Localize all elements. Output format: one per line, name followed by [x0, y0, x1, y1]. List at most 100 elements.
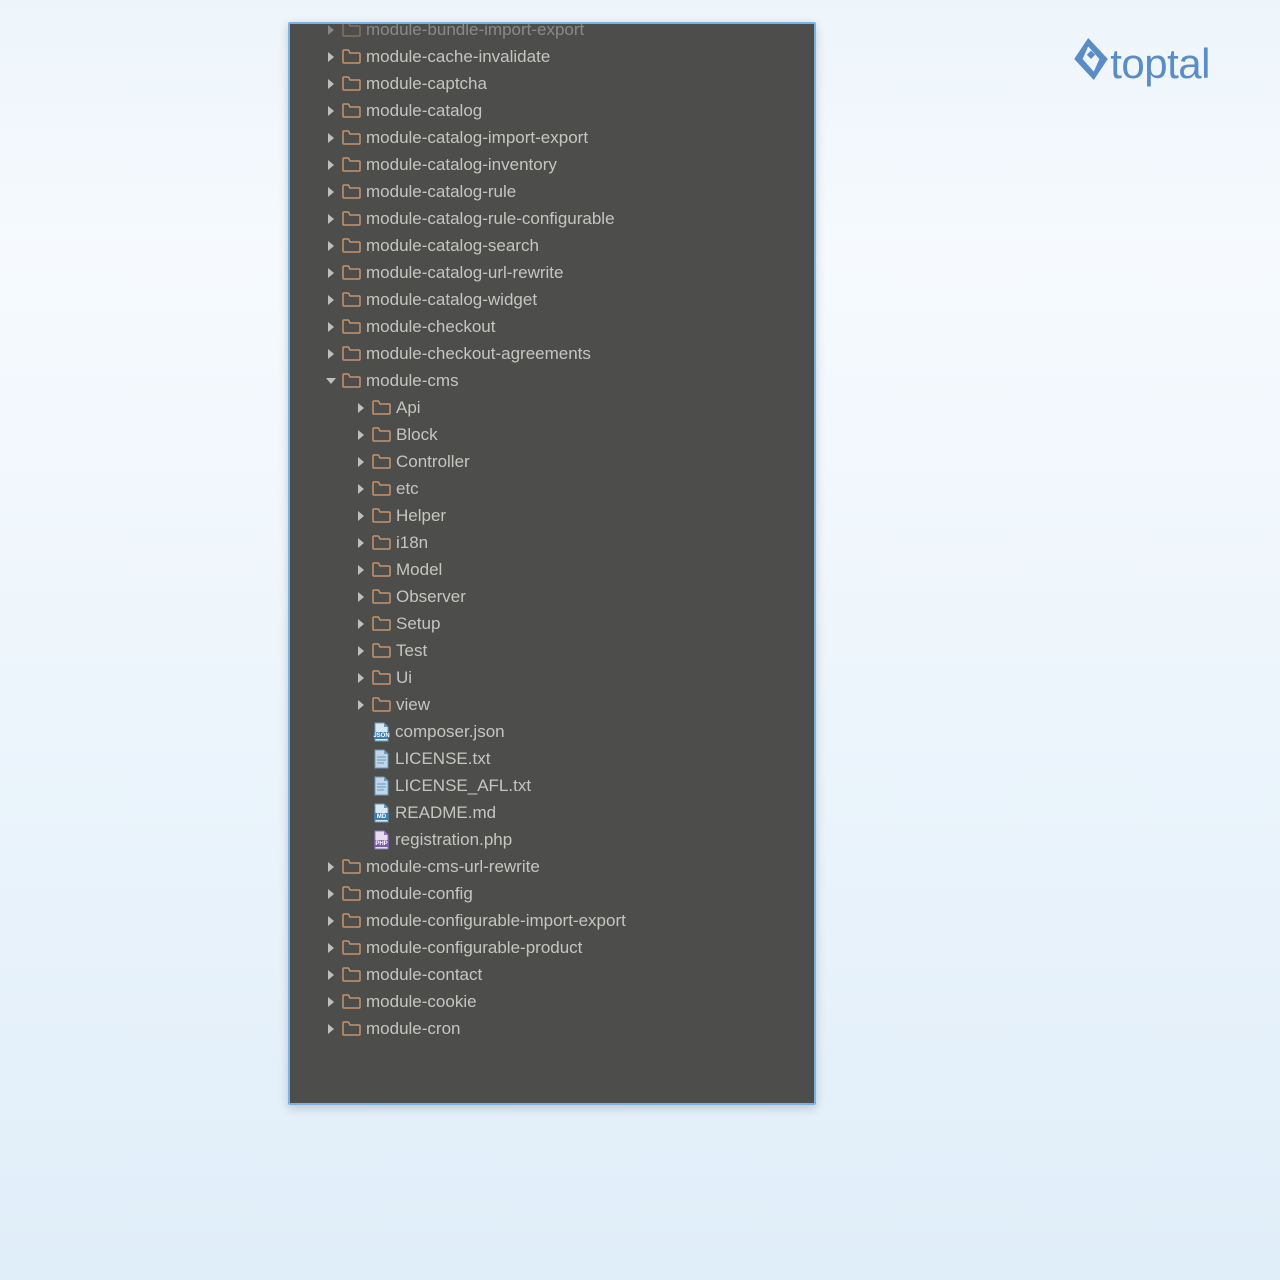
tree-folder-row[interactable]: module-configurable-import-export [324, 907, 814, 934]
chevron-right-icon[interactable] [354, 536, 368, 550]
chevron-right-icon[interactable] [324, 968, 338, 982]
chevron-right-icon[interactable] [324, 158, 338, 172]
chevron-right-icon[interactable] [354, 563, 368, 577]
tree-item-label: module-cron [366, 1020, 461, 1037]
chevron-right-icon[interactable] [354, 509, 368, 523]
tree-folder-row[interactable]: Api [324, 394, 814, 421]
tree-item-label: module-catalog-rule [366, 183, 516, 200]
folder-icon [342, 994, 361, 1009]
tree-folder-row[interactable]: module-configurable-product [324, 934, 814, 961]
tree-file-row[interactable]: README.md [324, 799, 814, 826]
chevron-down-icon[interactable] [324, 374, 338, 388]
tree-item-label: module-checkout-agreements [366, 345, 591, 362]
tree-folder-row[interactable]: module-cms [324, 367, 814, 394]
tree-folder-row[interactable]: Test [324, 637, 814, 664]
chevron-right-icon[interactable] [324, 293, 338, 307]
tree-folder-row[interactable]: module-catalog-inventory [324, 151, 814, 178]
chevron-right-icon[interactable] [354, 617, 368, 631]
tree-item-label: Model [396, 561, 442, 578]
chevron-right-icon[interactable] [324, 239, 338, 253]
folder-icon [342, 886, 361, 901]
tree-folder-row[interactable]: module-cron [324, 1015, 814, 1042]
tree-item-label: module-captcha [366, 75, 487, 92]
tree-item-label: module-catalog-search [366, 237, 539, 254]
file-php-icon [372, 830, 390, 850]
tree-item-label: Test [396, 642, 427, 659]
chevron-right-icon[interactable] [324, 887, 338, 901]
tree-folder-row[interactable]: module-catalog [324, 97, 814, 124]
chevron-right-icon[interactable] [324, 914, 338, 928]
tree-folder-row[interactable]: module-bundle-import-export [324, 22, 814, 43]
tree-item-label: module-catalog-rule-configurable [366, 210, 615, 227]
tree-file-row[interactable]: LICENSE.txt [324, 745, 814, 772]
tree-folder-row[interactable]: module-catalog-url-rewrite [324, 259, 814, 286]
tree-item-label: etc [396, 480, 419, 497]
tree-folder-row[interactable]: etc [324, 475, 814, 502]
tree-item-label: module-configurable-import-export [366, 912, 626, 929]
chevron-right-icon[interactable] [354, 644, 368, 658]
tree-file-row[interactable]: composer.json [324, 718, 814, 745]
chevron-right-icon[interactable] [324, 212, 338, 226]
tree-folder-row[interactable]: Model [324, 556, 814, 583]
chevron-right-icon[interactable] [324, 995, 338, 1009]
tree-folder-row[interactable]: module-catalog-widget [324, 286, 814, 313]
tree-folder-row[interactable]: module-contact [324, 961, 814, 988]
chevron-right-icon[interactable] [324, 1022, 338, 1036]
tree-item-label: module-cms [366, 372, 459, 389]
tree-folder-row[interactable]: module-catalog-import-export [324, 124, 814, 151]
chevron-right-icon[interactable] [324, 860, 338, 874]
tree-folder-row[interactable]: module-captcha [324, 70, 814, 97]
chevron-right-icon[interactable] [354, 428, 368, 442]
tree-folder-row[interactable]: module-checkout [324, 313, 814, 340]
tree-folder-row[interactable]: Controller [324, 448, 814, 475]
tree-folder-row[interactable]: Block [324, 421, 814, 448]
toptal-logo-icon [1074, 38, 1108, 90]
tree-folder-row[interactable]: module-cache-invalidate [324, 43, 814, 70]
chevron-right-icon[interactable] [354, 590, 368, 604]
brand-logo: toptal [1074, 38, 1210, 90]
tree-item-label: i18n [396, 534, 428, 551]
tree-folder-row[interactable]: module-catalog-rule [324, 178, 814, 205]
chevron-right-icon[interactable] [354, 482, 368, 496]
tree-file-row[interactable]: LICENSE_AFL.txt [324, 772, 814, 799]
tree-file-row[interactable]: registration.php [324, 826, 814, 853]
chevron-right-icon[interactable] [324, 347, 338, 361]
chevron-right-icon[interactable] [354, 401, 368, 415]
chevron-right-icon[interactable] [324, 104, 338, 118]
tree-folder-row[interactable]: view [324, 691, 814, 718]
chevron-right-icon[interactable] [324, 77, 338, 91]
chevron-right-icon[interactable] [324, 50, 338, 64]
tree-folder-row[interactable]: module-cookie [324, 988, 814, 1015]
chevron-right-icon[interactable] [354, 698, 368, 712]
tree-folder-row[interactable]: i18n [324, 529, 814, 556]
tree-folder-row[interactable]: module-checkout-agreements [324, 340, 814, 367]
chevron-right-icon[interactable] [324, 320, 338, 334]
tree-folder-row[interactable]: Ui [324, 664, 814, 691]
folder-icon [342, 373, 361, 388]
chevron-right-icon[interactable] [324, 185, 338, 199]
tree-folder-row[interactable]: module-catalog-search [324, 232, 814, 259]
file-tree[interactable]: module-bundle-import-exportmodule-cache-… [290, 24, 814, 1046]
folder-icon [342, 940, 361, 955]
tree-folder-row[interactable]: module-cms-url-rewrite [324, 853, 814, 880]
tree-item-label: module-cms-url-rewrite [366, 858, 540, 875]
chevron-right-icon[interactable] [324, 941, 338, 955]
folder-icon [342, 76, 361, 91]
folder-icon [342, 265, 361, 280]
file-txt-icon [372, 776, 390, 796]
tree-folder-row[interactable]: module-config [324, 880, 814, 907]
tree-item-label: LICENSE.txt [395, 750, 490, 767]
chevron-right-icon[interactable] [324, 131, 338, 145]
folder-icon [372, 697, 391, 712]
tree-folder-row[interactable]: Helper [324, 502, 814, 529]
chevron-right-icon[interactable] [354, 671, 368, 685]
tree-folder-row[interactable]: Setup [324, 610, 814, 637]
chevron-right-icon[interactable] [354, 455, 368, 469]
tree-folder-row[interactable]: module-catalog-rule-configurable [324, 205, 814, 232]
chevron-right-icon[interactable] [324, 23, 338, 37]
tree-item-label: module-catalog-url-rewrite [366, 264, 563, 281]
chevron-right-icon[interactable] [324, 266, 338, 280]
file-json-icon [372, 722, 390, 742]
folder-icon [372, 427, 391, 442]
tree-folder-row[interactable]: Observer [324, 583, 814, 610]
